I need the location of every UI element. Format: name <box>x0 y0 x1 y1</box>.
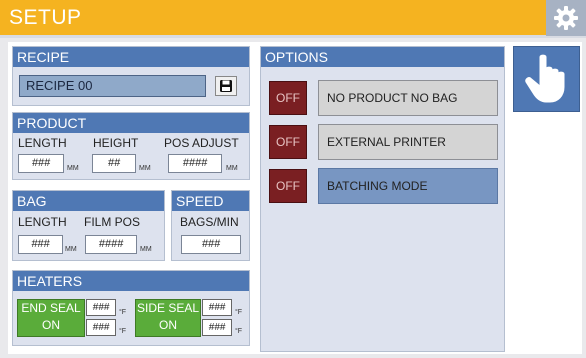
recipe-header: RECIPE <box>13 47 249 67</box>
product-length-unit: MM <box>67 165 79 172</box>
speed-panel: SPEED BAGS/MIN ### <box>171 190 250 261</box>
end-seal-set-unit: °F <box>119 309 127 316</box>
product-height-field[interactable]: ## <box>92 154 136 173</box>
option-toggle-external-printer[interactable]: OFF <box>269 125 307 159</box>
side-seal-button[interactable]: SIDE SEAL ON <box>135 299 201 337</box>
touch-button[interactable] <box>513 46 580 112</box>
product-panel: PRODUCT LENGTH ### MM HEIGHT ## MM POS A… <box>12 112 250 180</box>
side-seal-actual-field: ### <box>202 319 232 336</box>
speed-label: BAGS/MIN <box>180 215 239 229</box>
end-seal-set-field[interactable]: ### <box>86 299 116 316</box>
product-height-unit: MM <box>139 165 151 172</box>
speed-field[interactable]: ### <box>181 235 241 254</box>
options-panel: OPTIONS OFF NO PRODUCT NO BAG OFF EXTERN… <box>260 46 505 352</box>
options-header: OPTIONS <box>261 47 504 67</box>
settings-button[interactable] <box>546 0 586 36</box>
product-height-label: HEIGHT <box>93 136 139 150</box>
gear-icon <box>554 6 578 30</box>
save-button[interactable] <box>215 76 237 96</box>
bag-length-unit: MM <box>65 246 77 253</box>
bag-film-unit: MM <box>140 246 152 253</box>
bag-header: BAG <box>13 191 164 211</box>
hand-pointer-icon <box>524 54 564 103</box>
side-seal-set-unit: °F <box>235 309 243 316</box>
recipe-select[interactable]: RECIPE 00 <box>19 75 206 97</box>
end-seal-label: END SEAL <box>21 301 81 315</box>
header-bar: SETUP <box>0 0 586 38</box>
bag-length-label: LENGTH <box>18 215 67 229</box>
speed-header: SPEED <box>172 191 249 211</box>
end-seal-actual-field: ### <box>86 319 116 336</box>
side-seal-actual-unit: °F <box>235 328 243 335</box>
recipe-panel: RECIPE RECIPE 00 <box>12 46 250 106</box>
heaters-header: HEATERS <box>13 271 249 291</box>
option-toggle-no-product[interactable]: OFF <box>269 81 307 115</box>
option-batching-mode[interactable]: BATCHING MODE <box>318 168 498 204</box>
option-toggle-batching-mode[interactable]: OFF <box>269 169 307 203</box>
product-pos-unit: MM <box>226 165 238 172</box>
product-length-field[interactable]: ### <box>18 154 64 173</box>
setup-content: RECIPE RECIPE 00 PRODUCT LENGTH ### MM H… <box>8 42 582 354</box>
bag-panel: BAG LENGTH ### MM FILM POS #### MM <box>12 190 165 261</box>
page-title: SETUP <box>9 6 82 29</box>
save-icon <box>220 80 232 92</box>
bag-film-label: FILM POS <box>84 215 141 229</box>
side-seal-label: SIDE SEAL <box>136 301 200 315</box>
option-no-product-no-bag[interactable]: NO PRODUCT NO BAG <box>318 80 498 116</box>
product-pos-label: POS ADJUST <box>164 136 239 150</box>
heaters-panel: HEATERS END SEAL ON ### ### °F °F SIDE S… <box>12 270 250 346</box>
end-seal-state: ON <box>42 318 60 332</box>
product-length-label: LENGTH <box>18 136 67 150</box>
end-seal-actual-unit: °F <box>119 328 127 335</box>
bag-length-field[interactable]: ### <box>18 235 63 254</box>
bag-film-field[interactable]: #### <box>85 235 137 254</box>
side-seal-state: ON <box>159 318 177 332</box>
product-header: PRODUCT <box>13 113 249 133</box>
option-external-printer[interactable]: EXTERNAL PRINTER <box>318 124 498 160</box>
end-seal-button[interactable]: END SEAL ON <box>17 299 85 337</box>
side-seal-set-field[interactable]: ### <box>202 299 232 316</box>
product-pos-field[interactable]: #### <box>168 154 222 173</box>
